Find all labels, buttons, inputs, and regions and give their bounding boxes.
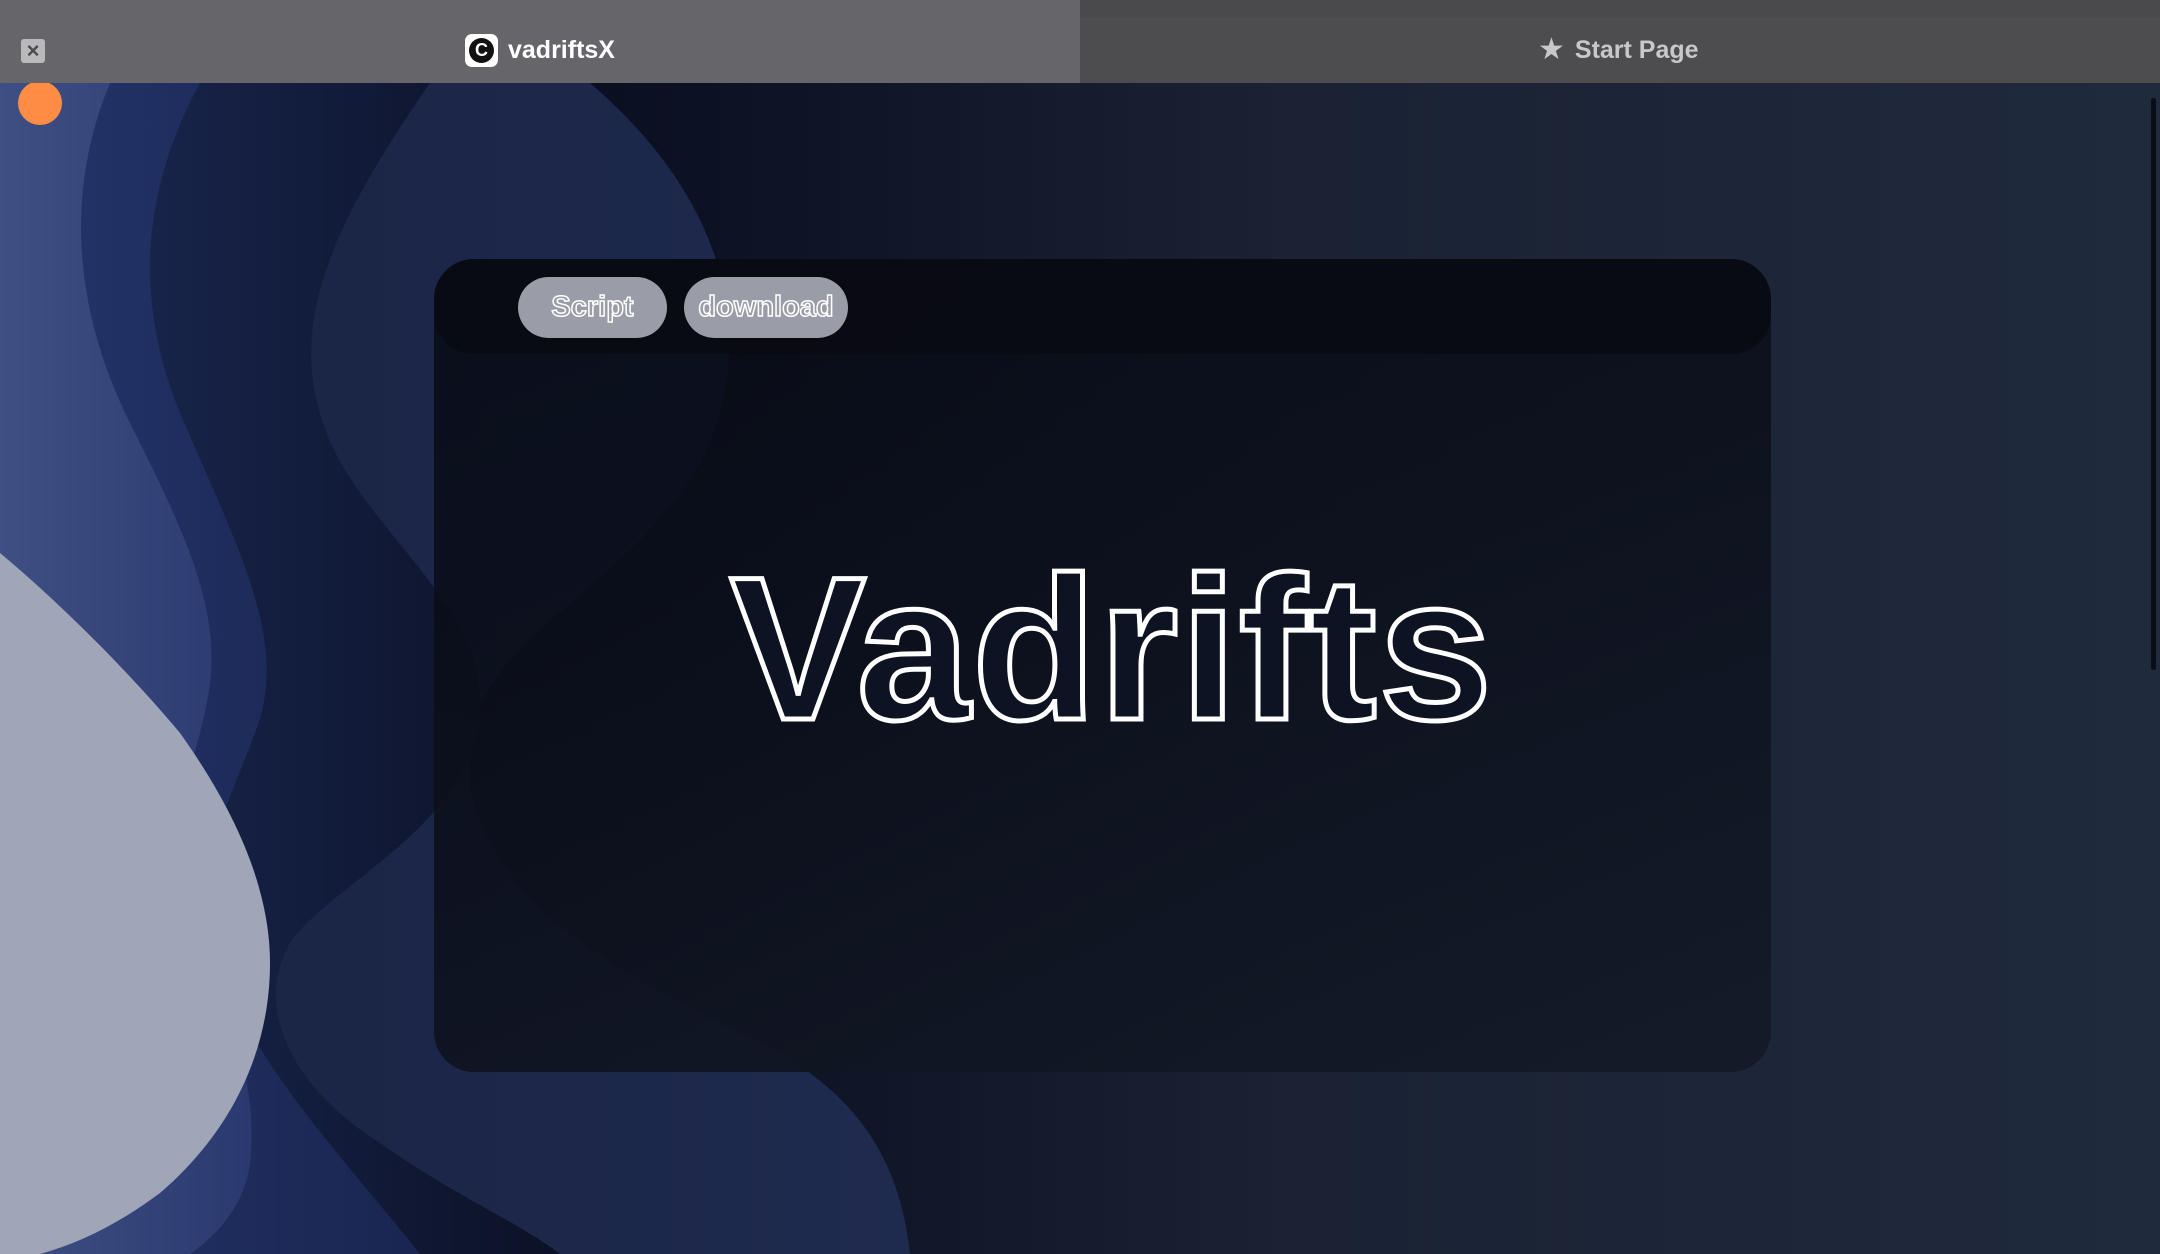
tab-vadriftsx[interactable]: × C vadriftsX — [0, 0, 1080, 83]
close-icon[interactable]: × — [21, 39, 45, 63]
favicon-glyph: C — [469, 37, 494, 63]
script-button[interactable]: Script — [518, 277, 667, 338]
star-icon: ★ — [1538, 33, 1565, 66]
tab-title: ★ Start Page — [1538, 32, 1699, 68]
tab-start-page[interactable]: ★ Start Page — [1080, 17, 2160, 83]
tab-title: C vadriftsX — [465, 32, 615, 68]
favicon-icon: C — [465, 33, 498, 67]
scrollbar[interactable] — [2151, 98, 2156, 670]
panel-header: Script download — [434, 259, 1771, 354]
download-button[interactable]: download — [684, 277, 848, 338]
tab-label: vadriftsX — [508, 35, 615, 64]
page-content: Script download Vadrifts — [0, 83, 2160, 1254]
hero-title: Vadrifts — [727, 532, 1495, 765]
main-panel: Script download Vadrifts — [434, 259, 1771, 1072]
tab-label: Start Page — [1574, 35, 1699, 64]
tab-bar: × C vadriftsX ★ Start Page — [0, 0, 2160, 83]
orange-dot[interactable] — [18, 83, 62, 125]
